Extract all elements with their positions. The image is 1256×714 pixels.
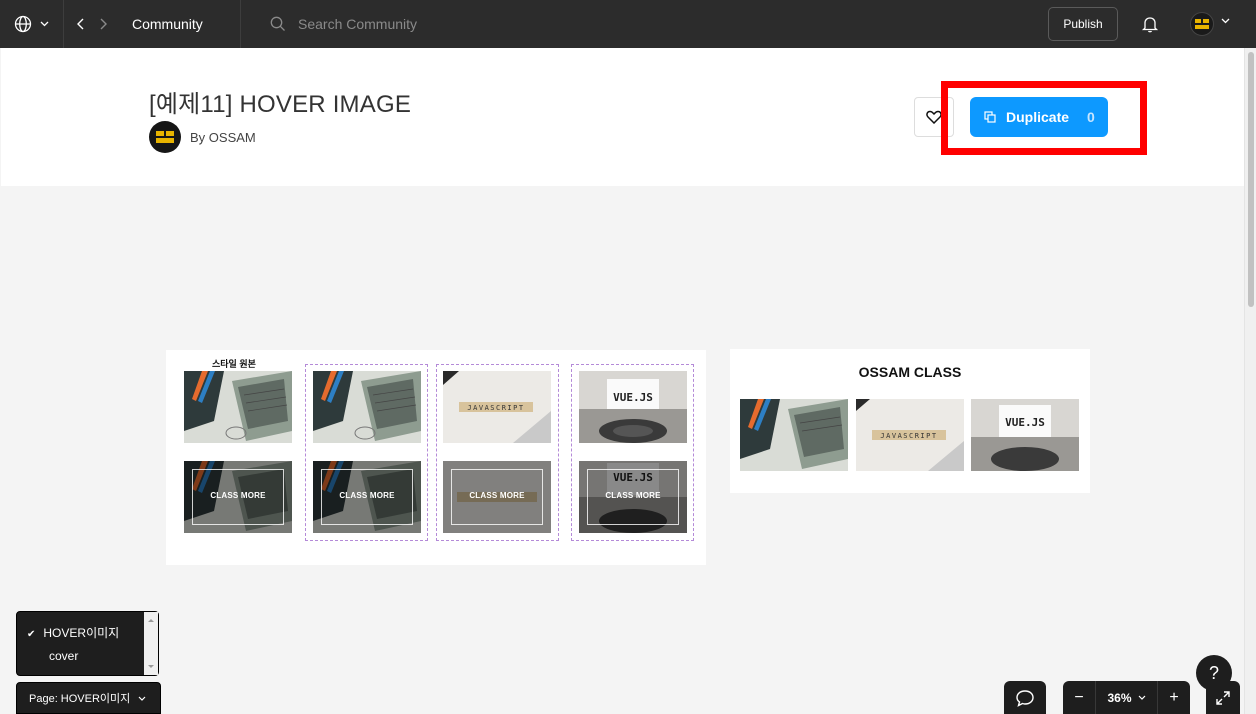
page-selector[interactable]: Page: HOVER이미지: [16, 682, 161, 714]
page-item-label: cover: [49, 649, 79, 663]
fullscreen-button[interactable]: [1206, 681, 1240, 714]
comment-icon: [1016, 689, 1034, 707]
checkmark-icon: ✔: [27, 629, 36, 640]
pages-panel: ✔ HOVER이미지 cover: [16, 611, 159, 676]
chevron-down-icon: [1138, 695, 1145, 700]
javascript-tiles-image[interactable]: JAVASCRIPT: [443, 371, 551, 443]
file-title: [예제11] HOVER IMAGE: [149, 91, 412, 118]
back-arrow-icon[interactable]: [76, 17, 86, 31]
user-avatar[interactable]: [1190, 12, 1214, 36]
author-name[interactable]: By OSSAM: [190, 130, 256, 145]
account-chevron-icon[interactable]: [1221, 18, 1230, 24]
class-more-label: CLASS MORE: [210, 491, 266, 500]
breadcrumb-community[interactable]: Community: [132, 0, 203, 48]
javascript-tile-text: JAVASCRIPT: [467, 404, 524, 412]
publish-button[interactable]: Publish: [1048, 7, 1118, 41]
laptop-desk-image[interactable]: [313, 371, 421, 443]
search-input[interactable]: Search Community: [298, 16, 417, 32]
language-menu-button[interactable]: [0, 0, 64, 48]
duplicate-button[interactable]: Duplicate 0: [970, 97, 1108, 137]
search-icon: [270, 16, 285, 31]
scroll-up-icon[interactable]: [144, 615, 158, 625]
hover-card[interactable]: VUE.JS CLASS MORE: [579, 461, 687, 533]
globe-icon: [14, 15, 32, 33]
zoom-in-button[interactable]: +: [1158, 681, 1190, 714]
duplicate-label: Duplicate: [1006, 109, 1070, 125]
heart-icon: [926, 110, 942, 124]
page-scrollbar[interactable]: [1244, 48, 1256, 714]
page-item-label: HOVER이미지: [43, 626, 120, 640]
vuejs-paper-text: VUE.JS: [613, 391, 653, 404]
class-more-label: CLASS MORE: [605, 491, 661, 500]
vuejs-typewriter-image[interactable]: VUE.JS: [579, 371, 687, 443]
zoom-controls: − 36% +: [1063, 681, 1190, 714]
laptop-desk-image[interactable]: [184, 371, 292, 443]
hover-card[interactable]: CLASS MORE: [184, 461, 292, 533]
style-original-label: 스타일 원본: [212, 359, 256, 369]
notification-bell-icon[interactable]: [1140, 14, 1160, 34]
laptop-desk-image[interactable]: [740, 399, 848, 471]
duplicate-count: 0: [1087, 109, 1095, 125]
javascript-tiles-image[interactable]: JAVASCRIPT: [856, 399, 964, 471]
chevron-down-icon: [138, 696, 146, 701]
page-selector-label: Page: HOVER이미지: [29, 693, 131, 705]
panel-scrollbar[interactable]: [144, 612, 158, 675]
ossam-class-title: OSSAM CLASS: [858, 364, 962, 380]
vuejs-paper-text: VUE.JS: [1005, 416, 1045, 429]
class-more-label: CLASS MORE: [469, 491, 525, 500]
zoom-level-dropdown[interactable]: 36%: [1095, 681, 1158, 714]
class-more-label: CLASS MORE: [339, 491, 395, 500]
vuejs-typewriter-image[interactable]: VUE.JS: [971, 399, 1079, 471]
scroll-down-icon[interactable]: [144, 662, 158, 672]
top-bar: Community Search Community Publish: [0, 0, 1256, 48]
page-item-hover[interactable]: ✔ HOVER이미지: [27, 624, 119, 641]
divider: [240, 0, 241, 48]
history-nav: [64, 0, 120, 48]
zoom-level: 36%: [1107, 690, 1132, 705]
comment-button[interactable]: [1004, 681, 1046, 714]
scroll-thumb[interactable]: [1248, 52, 1254, 307]
author-avatar[interactable]: [149, 121, 181, 153]
avatar-logo-icon: [1195, 19, 1209, 29]
search-field[interactable]: Search Community: [270, 0, 417, 48]
javascript-tile-text: JAVASCRIPT: [880, 432, 937, 440]
like-button[interactable]: [914, 97, 954, 137]
forward-arrow-icon[interactable]: [98, 17, 108, 31]
author-logo-icon: [156, 131, 174, 143]
zoom-out-button[interactable]: −: [1063, 681, 1095, 714]
duplicate-icon: [984, 111, 996, 123]
hover-card[interactable]: CLASS MORE: [443, 461, 551, 533]
page-item-cover[interactable]: cover: [49, 649, 78, 663]
expand-icon: [1216, 690, 1230, 705]
chevron-down-icon: [40, 21, 49, 27]
hover-card[interactable]: CLASS MORE: [313, 461, 421, 533]
file-header: [예제11] HOVER IMAGE By OSSAM Duplicate 0: [1, 48, 1244, 186]
